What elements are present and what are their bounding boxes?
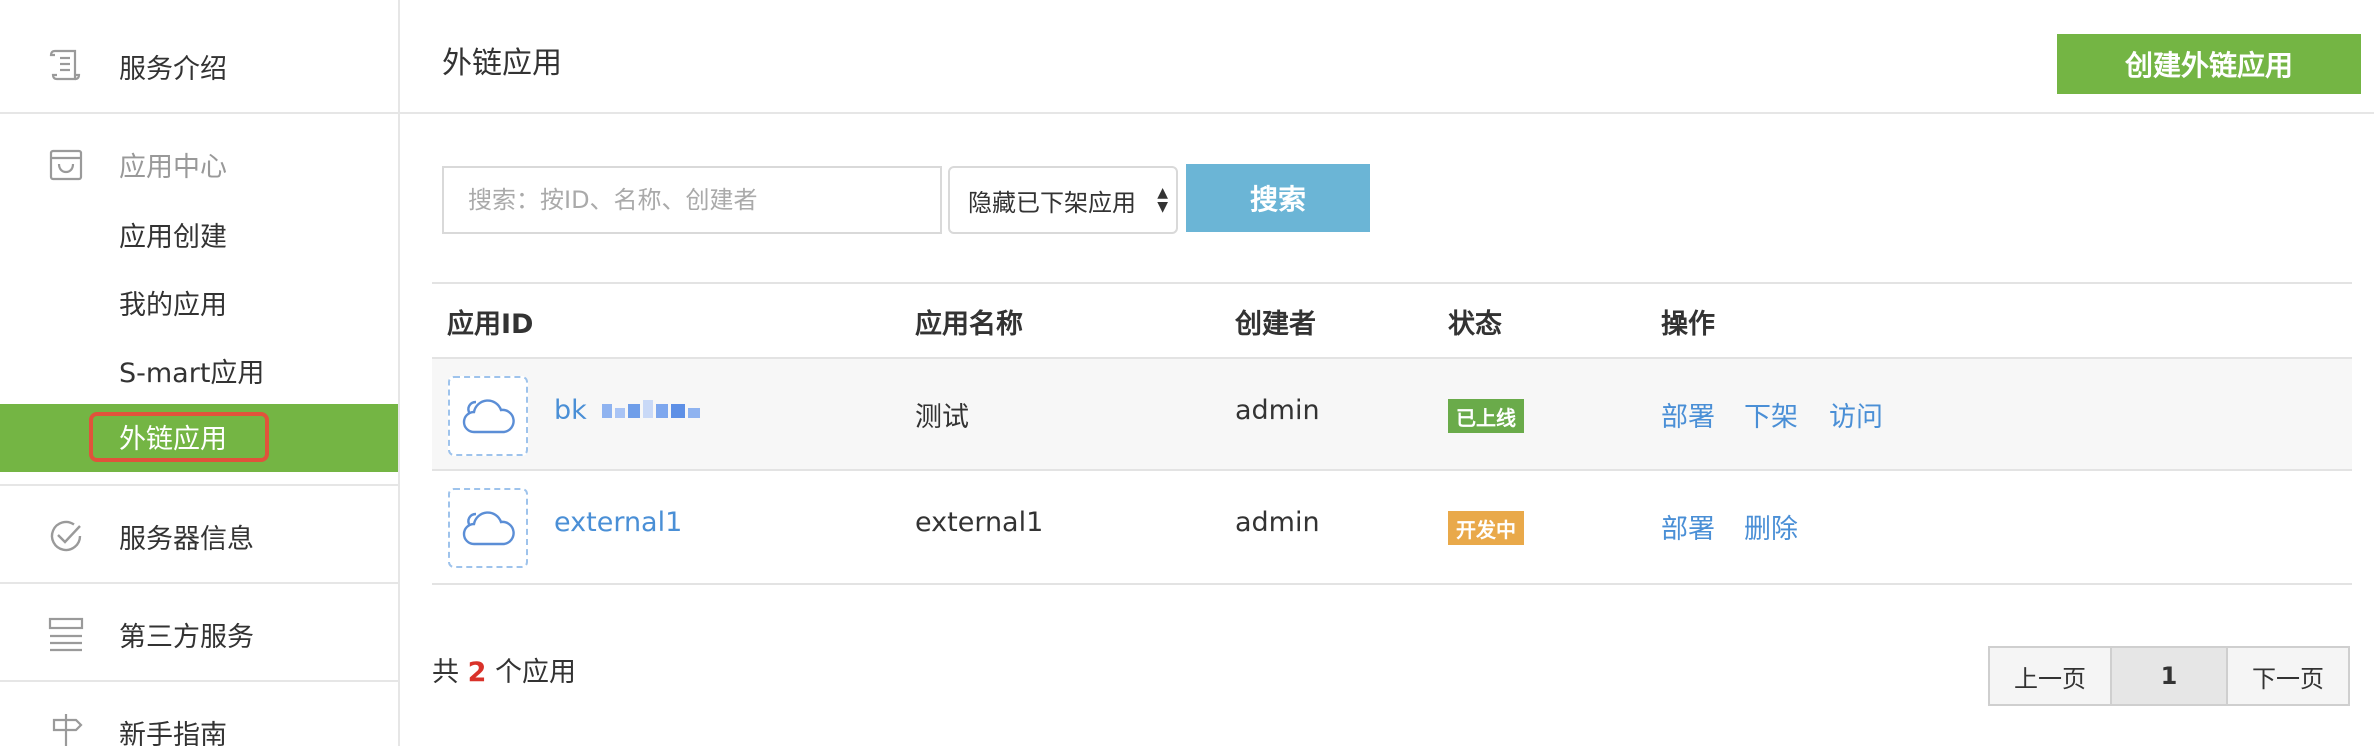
- status-filter-select[interactable]: 隐藏已下架应用 ▲ ▼: [948, 166, 1178, 234]
- app-creator: admin: [1235, 395, 1320, 426]
- column-header-app-name: 应用名称: [915, 309, 1023, 340]
- sidebar-item-server-info[interactable]: 服务器信息: [0, 514, 398, 558]
- total-suffix: 个应用: [494, 657, 576, 688]
- redacted-text-mosaic: [602, 400, 700, 418]
- check-circle-icon: [44, 514, 88, 558]
- delete-link[interactable]: 删除: [1744, 507, 1798, 546]
- sidebar-divider: [0, 582, 398, 584]
- search-input[interactable]: [442, 166, 942, 234]
- sidebar-item-label: 新手指南: [119, 719, 227, 746]
- sidebar-item-third-party[interactable]: 第三方服务: [0, 612, 398, 656]
- deploy-link[interactable]: 部署: [1661, 507, 1715, 546]
- visit-link[interactable]: 访问: [1829, 395, 1883, 434]
- sidebar-subitem-app-create[interactable]: 应用创建: [119, 215, 227, 254]
- sidebar-divider: [0, 484, 398, 486]
- prev-page-button[interactable]: 上一页: [1988, 646, 2112, 706]
- sidebar-divider: [0, 680, 398, 682]
- deploy-link[interactable]: 部署: [1661, 395, 1715, 434]
- next-page-button[interactable]: 下一页: [2226, 646, 2350, 706]
- sidebar: 服务介绍 应用中心 应用创建 我的应用 S-mart应用 外链应用 服务器信息 …: [0, 0, 400, 746]
- app-cloud-icon: [448, 376, 528, 456]
- app-id-link[interactable]: bk: [554, 395, 587, 426]
- create-external-app-button[interactable]: 创建外链应用: [2057, 34, 2361, 94]
- sidebar-subitem-smart-apps[interactable]: S-mart应用: [119, 351, 264, 390]
- take-offline-link[interactable]: 下架: [1744, 395, 1798, 434]
- highlight-box: [89, 412, 269, 462]
- sidebar-item-app-center[interactable]: 应用中心: [0, 142, 398, 186]
- table-row: external1 external1 admin 开发中 部署 删除: [432, 471, 2352, 585]
- header-divider: [400, 112, 2374, 114]
- app-cloud-icon: [448, 488, 528, 568]
- sidebar-subitem-my-apps[interactable]: 我的应用: [119, 283, 227, 322]
- shopping-bag-icon: [44, 142, 88, 186]
- status-filter-value: 隐藏已下架应用: [968, 188, 1136, 217]
- search-button[interactable]: 搜索: [1186, 164, 1370, 232]
- select-arrows-icon: ▲ ▼: [1157, 185, 1168, 215]
- status-badge: 已上线: [1448, 399, 1524, 433]
- total-count-text: 共 2 个应用: [432, 650, 576, 689]
- sidebar-item-label: 服务介绍: [119, 53, 227, 85]
- table-row: bk 测试 admin 已上线 部署 下架 访问: [432, 357, 2352, 471]
- table-top-border: [432, 282, 2352, 284]
- sidebar-divider: [0, 112, 398, 114]
- scroll-icon: [44, 44, 88, 88]
- sidebar-item-label: 应用中心: [119, 151, 227, 183]
- total-prefix: 共: [432, 657, 459, 688]
- current-page-button[interactable]: 1: [2110, 646, 2228, 706]
- app-id-link[interactable]: external1: [554, 507, 682, 538]
- sidebar-item-guide[interactable]: 新手指南: [0, 710, 398, 746]
- app-creator: admin: [1235, 507, 1320, 538]
- list-stack-icon: [44, 612, 88, 656]
- sidebar-item-label: 第三方服务: [119, 621, 254, 653]
- sidebar-item-service-intro[interactable]: 服务介绍: [0, 44, 398, 88]
- page-title: 外链应用: [442, 46, 562, 81]
- column-header-creator: 创建者: [1235, 309, 1316, 340]
- total-count: 2: [467, 657, 487, 688]
- status-badge: 开发中: [1448, 511, 1524, 545]
- column-header-actions: 操作: [1661, 309, 1715, 340]
- sidebar-item-label: 服务器信息: [119, 523, 254, 555]
- signpost-icon: [44, 710, 88, 746]
- column-header-status: 状态: [1448, 309, 1502, 340]
- app-name: 测试: [915, 402, 969, 433]
- column-header-app-id: 应用ID: [447, 309, 534, 340]
- pagination: 上一页 1 下一页: [1988, 646, 2350, 706]
- app-name: external1: [915, 507, 1044, 538]
